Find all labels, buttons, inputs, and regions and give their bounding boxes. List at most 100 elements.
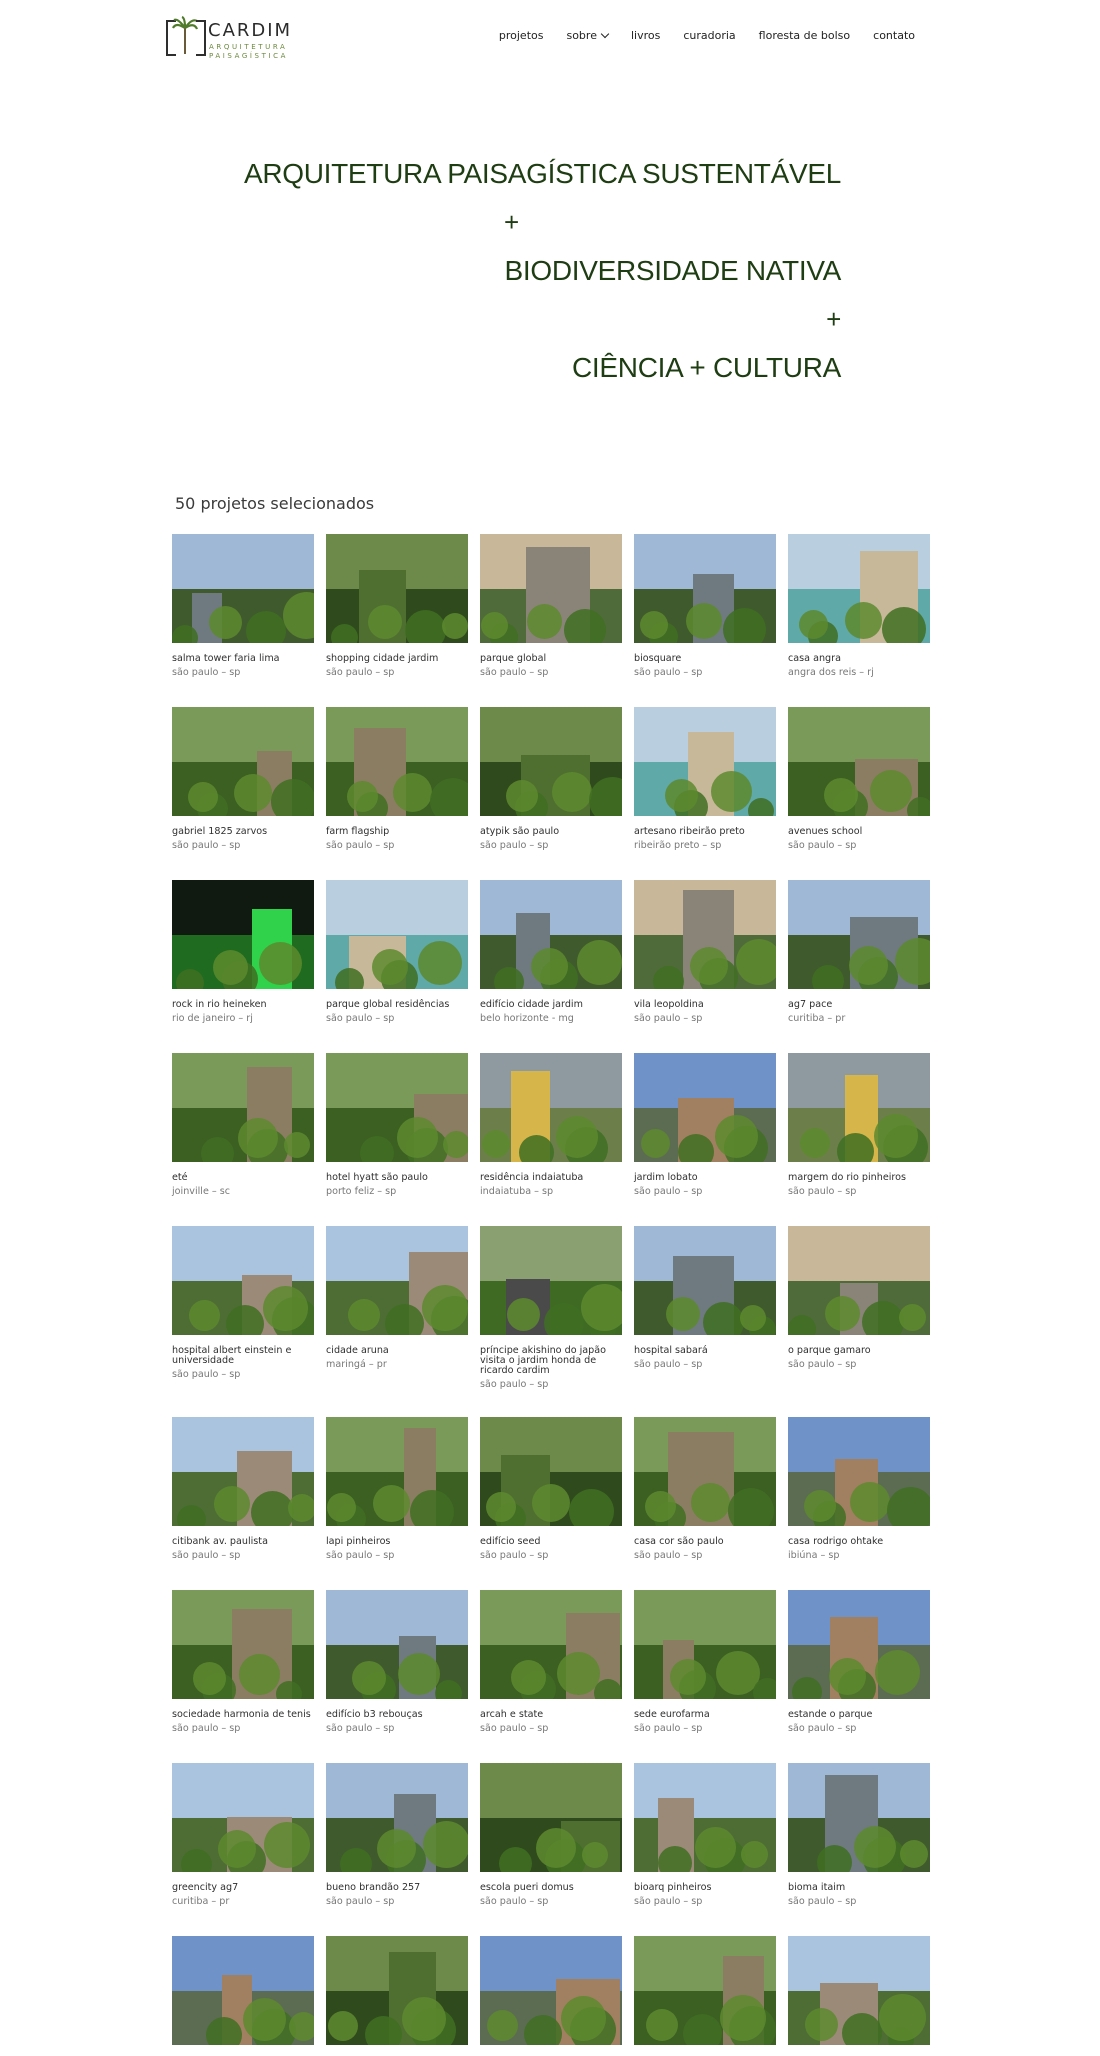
project-title[interactable]: vila leopoldina	[634, 1000, 776, 1010]
photo-building-image[interactable]	[634, 1763, 776, 1872]
photo-skyline-image[interactable]	[788, 1226, 930, 1335]
project-card[interactable]: biosquare são paulo – sp	[634, 534, 776, 678]
nav-item-curadoria[interactable]: curadoria	[683, 29, 735, 42]
project-title[interactable]: bueno brandão 257	[326, 1883, 468, 1893]
project-card[interactable]: parque global são paulo – sp	[480, 534, 622, 678]
project-title[interactable]: avenues school	[788, 827, 930, 837]
nav-item-floresta-de-bolso[interactable]: floresta de bolso	[759, 29, 850, 42]
project-card[interactable]: atypik são paulo são paulo – sp	[480, 707, 622, 851]
project-card[interactable]: príncipe akishino do japão visita o jard…	[480, 1226, 622, 1390]
project-title[interactable]: casa angra	[788, 654, 930, 664]
project-card[interactable]	[172, 1936, 314, 2056]
project-card[interactable]: farm flagship são paulo – sp	[326, 707, 468, 851]
project-card[interactable]	[634, 1936, 776, 2056]
photo-building-image[interactable]	[326, 1226, 468, 1335]
photo-pavilion-image[interactable]	[634, 1053, 776, 1162]
photo-tower-image[interactable]	[326, 1590, 468, 1699]
project-title[interactable]: hotel hyatt são paulo	[326, 1173, 468, 1183]
project-card[interactable]: bioma itaim são paulo – sp	[788, 1763, 930, 1907]
project-card[interactable]: eté joinville – sc	[172, 1053, 314, 1197]
project-card[interactable]: citibank av. paulista são paulo – sp	[172, 1417, 314, 1561]
project-card[interactable]: shopping cidade jardim são paulo – sp	[326, 534, 468, 678]
project-title[interactable]: hospital albert einstein e universidade	[172, 1346, 314, 1366]
project-title[interactable]: escola pueri domus	[480, 1883, 622, 1893]
photo-building-image[interactable]	[172, 1763, 314, 1872]
project-title[interactable]: residência indaiatuba	[480, 1173, 622, 1183]
photo-building-image[interactable]	[172, 1226, 314, 1335]
photo-garden-image[interactable]	[634, 1936, 776, 2045]
photo-garden-image[interactable]	[326, 1417, 468, 1526]
photo-lake-image[interactable]	[480, 1053, 622, 1162]
nav-item-contato[interactable]: contato	[873, 29, 915, 42]
project-title[interactable]: bioma itaim	[788, 1883, 930, 1893]
project-title[interactable]: margem do rio pinheiros	[788, 1173, 930, 1183]
project-title[interactable]: hospital sabará	[634, 1346, 776, 1356]
project-title[interactable]: artesano ribeirão preto	[634, 827, 776, 837]
project-card[interactable]: escola pueri domus são paulo – sp	[480, 1763, 622, 1907]
project-title[interactable]: jardim lobato	[634, 1173, 776, 1183]
photo-skyline-image[interactable]	[480, 534, 622, 643]
project-title[interactable]: salma tower faria lima	[172, 654, 314, 664]
photo-pool-image[interactable]	[788, 534, 930, 643]
project-title[interactable]: eté	[172, 1173, 314, 1183]
photo-lake-image[interactable]	[788, 1053, 930, 1162]
project-title[interactable]: casa rodrigo ohtake	[788, 1537, 930, 1547]
nav-item-livros[interactable]: livros	[631, 29, 660, 42]
photo-garden-image[interactable]	[480, 1590, 622, 1699]
project-card[interactable]: vila leopoldina são paulo – sp	[634, 880, 776, 1024]
project-card[interactable]: lapi pinheiros são paulo – sp	[326, 1417, 468, 1561]
project-card[interactable]: salma tower faria lima são paulo – sp	[172, 534, 314, 678]
photo-garden-image[interactable]	[634, 1590, 776, 1699]
nav-item-projetos[interactable]: projetos	[499, 29, 544, 42]
project-title[interactable]: edifício cidade jardim	[480, 1000, 622, 1010]
photo-pavilion-image[interactable]	[788, 1417, 930, 1526]
project-title[interactable]: príncipe akishino do japão visita o jard…	[480, 1346, 622, 1376]
project-card[interactable]: cidade aruna maringá – pr	[326, 1226, 468, 1370]
project-title[interactable]: rock in rio heineken	[172, 1000, 314, 1010]
project-card[interactable]: rock in rio heineken rio de janeiro – rj	[172, 880, 314, 1024]
photo-pool-image[interactable]	[326, 880, 468, 989]
photo-garden-image[interactable]	[634, 1417, 776, 1526]
photo-green-wall-image[interactable]	[326, 1936, 468, 2045]
project-card[interactable]: casa cor são paulo são paulo – sp	[634, 1417, 776, 1561]
project-card[interactable]: sociedade harmonia de tenis são paulo – s…	[172, 1590, 314, 1734]
project-title[interactable]: estande o parque	[788, 1710, 930, 1720]
photo-pavilion-image[interactable]	[788, 1590, 930, 1699]
photo-green-wall-image[interactable]	[480, 1763, 622, 1872]
project-card[interactable]: jardim lobato são paulo – sp	[634, 1053, 776, 1197]
project-title[interactable]: citibank av. paulista	[172, 1537, 314, 1547]
photo-pavilion-image[interactable]	[172, 1936, 314, 2045]
photo-garden-image[interactable]	[326, 1053, 468, 1162]
project-title[interactable]: gabriel 1825 zarvos	[172, 827, 314, 837]
project-card[interactable]: hospital albert einstein e universidade s…	[172, 1226, 314, 1380]
project-card[interactable]: margem do rio pinheiros são paulo – sp	[788, 1053, 930, 1197]
photo-garden-image[interactable]	[172, 1053, 314, 1162]
project-title[interactable]: parque global residências	[326, 1000, 468, 1010]
photo-garden-image[interactable]	[788, 707, 930, 816]
project-card[interactable]: edifício cidade jardim belo horizonte - m…	[480, 880, 622, 1024]
project-card[interactable]: arcah e state são paulo – sp	[480, 1590, 622, 1734]
photo-people-image[interactable]	[480, 1226, 622, 1335]
project-card[interactable]: avenues school são paulo – sp	[788, 707, 930, 851]
project-card[interactable]	[326, 1936, 468, 2056]
project-title[interactable]: edifício b3 rebouças	[326, 1710, 468, 1720]
photo-pool-image[interactable]	[634, 707, 776, 816]
project-card[interactable]: estande o parque são paulo – sp	[788, 1590, 930, 1734]
photo-skyline-image[interactable]	[634, 880, 776, 989]
project-card[interactable]	[788, 1936, 930, 2056]
project-card[interactable]: artesano ribeirão preto ribeirão preto – …	[634, 707, 776, 851]
photo-garden-image[interactable]	[172, 707, 314, 816]
project-title[interactable]: sede eurofarma	[634, 1710, 776, 1720]
project-card[interactable]: greencity ag7 curitiba – pr	[172, 1763, 314, 1907]
project-title[interactable]: shopping cidade jardim	[326, 654, 468, 664]
photo-tower-image[interactable]	[634, 534, 776, 643]
project-title[interactable]: lapi pinheiros	[326, 1537, 468, 1547]
project-card[interactable]: sede eurofarma são paulo – sp	[634, 1590, 776, 1734]
photo-green-wall-image[interactable]	[326, 534, 468, 643]
photo-tower-image[interactable]	[634, 1226, 776, 1335]
project-title[interactable]: sociedade harmonia de tenis	[172, 1710, 314, 1720]
photo-tower-image[interactable]	[480, 880, 622, 989]
project-title[interactable]: cidade aruna	[326, 1346, 468, 1356]
project-card[interactable]: hospital sabará são paulo – sp	[634, 1226, 776, 1370]
brand-logo[interactable]: CARDIM ARQUITETURA PAISAGÍSTICA	[166, 16, 296, 60]
